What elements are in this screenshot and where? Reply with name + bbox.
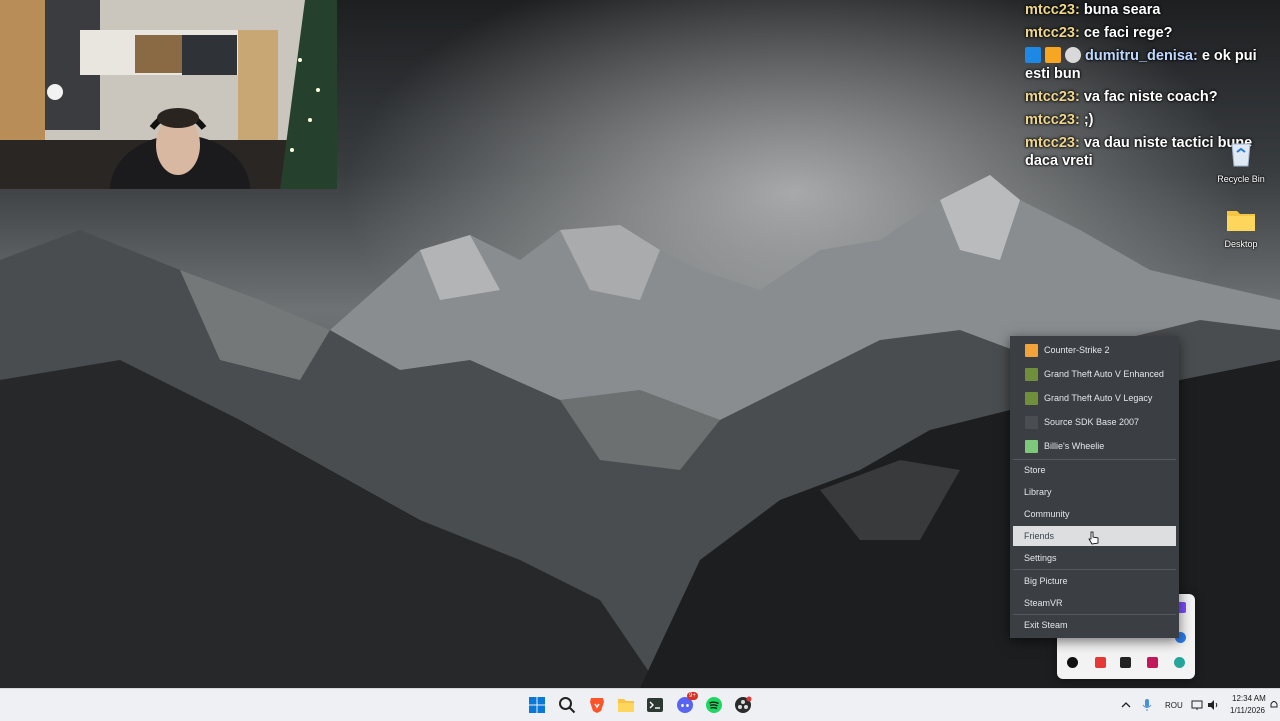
- chat-text: va fac niste coach?: [1083, 89, 1218, 105]
- menu-separator: [1013, 569, 1176, 570]
- game-label: Source SDK Base 2007: [1044, 417, 1140, 427]
- chat-text: ce faci rege?: [1083, 25, 1173, 41]
- chat-username: mtcc23:: [1025, 135, 1080, 151]
- recent-game-item[interactable]: Grand Theft Auto V Enhanced: [1010, 362, 1179, 386]
- taskbar: 9+ ROU 12:34 AM 1/11/2026: [0, 688, 1280, 721]
- volume-icon[interactable]: [1207, 698, 1219, 710]
- chat-message: dumitru_denisa: e ok pui esti bun: [1025, 47, 1270, 83]
- chat-message: mtcc23: ce faci rege?: [1025, 24, 1270, 42]
- game-label: Counter-Strike 2: [1044, 345, 1110, 355]
- recent-game-item[interactable]: Source SDK Base 2007: [1010, 410, 1179, 434]
- discord-notification-badge: 9+: [687, 692, 698, 700]
- recycle-bin-label: Recycle Bin: [1217, 174, 1265, 184]
- desktop-folder-label: Desktop: [1224, 239, 1258, 249]
- billies-wheelie-icon: [1025, 439, 1038, 453]
- chat-message: mtcc23: ;): [1025, 111, 1270, 129]
- file-explorer-icon[interactable]: [617, 696, 635, 714]
- menu-item-community[interactable]: Community: [1013, 504, 1176, 524]
- crown-badge-icon: [1045, 47, 1061, 63]
- menu-item-settings[interactable]: Settings: [1013, 548, 1176, 568]
- sword-badge-icon: [1025, 47, 1041, 63]
- spotify-icon[interactable]: [705, 696, 723, 714]
- recycle-bin-shortcut[interactable]: Recycle Bin: [1211, 140, 1271, 184]
- chat-text: ;): [1083, 112, 1094, 128]
- menu-item-big-picture[interactable]: Big Picture: [1013, 571, 1176, 591]
- game-label: Grand Theft Auto V Enhanced: [1044, 369, 1164, 379]
- steam-tray-menu: Counter-Strike 2 Grand Theft Auto V Enha…: [1010, 336, 1179, 638]
- snowman-badge-icon: [1065, 47, 1081, 63]
- chat-username: mtcc23:: [1025, 2, 1080, 18]
- chat-username: mtcc23:: [1025, 112, 1080, 128]
- gta-v-icon: [1025, 367, 1038, 381]
- recent-game-item[interactable]: Billie's Wheelie: [1010, 434, 1179, 458]
- chat-username: mtcc23:: [1025, 89, 1080, 105]
- webcam-feed: [0, 0, 337, 189]
- menu-item-store[interactable]: Store: [1013, 460, 1176, 480]
- gta-v-icon: [1025, 391, 1038, 405]
- network-icon[interactable]: [1191, 698, 1203, 710]
- game-label: Grand Theft Auto V Legacy: [1044, 393, 1153, 403]
- terminal-icon[interactable]: [646, 696, 664, 714]
- chat-username: dumitru_denisa:: [1085, 48, 1198, 64]
- recent-game-item[interactable]: Counter-Strike 2: [1010, 338, 1179, 362]
- chat-text: buna seara: [1083, 2, 1161, 18]
- input-language-indicator[interactable]: ROU: [1165, 701, 1183, 710]
- source-sdk-icon: [1025, 415, 1038, 429]
- chevron-up-icon[interactable]: [1120, 698, 1132, 710]
- recent-game-item[interactable]: Grand Theft Auto V Legacy: [1010, 386, 1179, 410]
- menu-item-steamvr[interactable]: SteamVR: [1013, 593, 1176, 613]
- chat-message: mtcc23: buna seara: [1025, 1, 1270, 19]
- tray-app-icon[interactable]: [1067, 657, 1078, 668]
- tray-app-icon[interactable]: [1095, 657, 1106, 668]
- obs-icon[interactable]: [734, 696, 752, 714]
- recycle-bin-icon: [1211, 140, 1271, 170]
- notification-bell-icon[interactable]: [1269, 698, 1279, 710]
- hand-cursor-icon: [1088, 531, 1100, 550]
- chat-username: mtcc23:: [1025, 25, 1080, 41]
- clock-date[interactable]: 1/11/2026: [1230, 706, 1265, 715]
- clock-time[interactable]: 12:34 AM: [1232, 694, 1266, 703]
- cs2-icon: [1025, 343, 1038, 357]
- menu-item-library[interactable]: Library: [1013, 482, 1176, 502]
- menu-item-exit-steam[interactable]: Exit Steam: [1013, 615, 1176, 635]
- tray-app-icon[interactable]: [1147, 657, 1158, 668]
- chat-badges: [1025, 47, 1081, 63]
- folder-icon: [1211, 207, 1271, 235]
- windows-start-icon[interactable]: [528, 696, 546, 714]
- tray-app-icon[interactable]: [1120, 657, 1131, 668]
- chat-message: mtcc23: va fac niste coach?: [1025, 88, 1270, 106]
- game-label: Billie's Wheelie: [1044, 441, 1105, 451]
- desktop-folder-shortcut[interactable]: Desktop: [1211, 207, 1271, 249]
- tray-app-icon[interactable]: [1174, 657, 1185, 668]
- search-icon[interactable]: [558, 696, 576, 714]
- microphone-icon[interactable]: [1141, 698, 1153, 712]
- brave-browser-icon[interactable]: [588, 696, 606, 714]
